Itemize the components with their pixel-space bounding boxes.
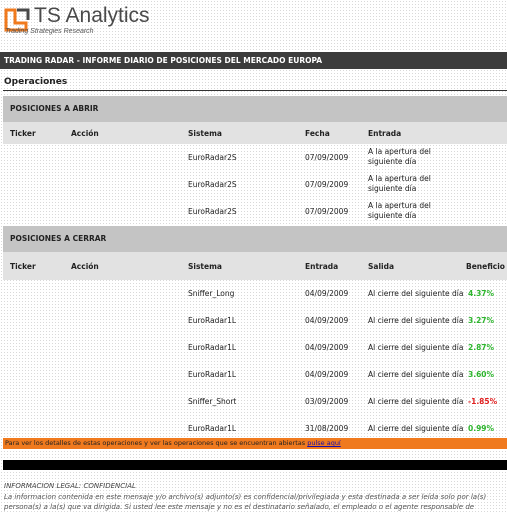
details-notice-bar: Para ver los detalles de estas operacion… [3,438,507,449]
exit-cell: Al cierre del siguiente día [368,370,464,379]
entry-cell: A la apertura del siguiente día [368,147,431,167]
open-positions-panel: POSICIONES A ABRIR Ticker Acción Sistema… [3,96,507,224]
col-ticker: Ticker [10,129,36,138]
footer-bar [3,460,507,470]
notice-text: Para ver los detalles de estas operacion… [5,439,308,447]
system-cell: Sniffer_Long [188,289,235,298]
profit-cell: 0.99% [468,424,495,433]
entry-line-1: A la apertura del [368,147,431,156]
close-positions-header-row: Ticker Acción Sistema Entrada Salida Ben… [3,252,507,280]
system-cell: EuroRadar2S [188,207,237,216]
system-cell: EuroRadar1L [188,343,237,352]
system-cell: EuroRadar1L [188,424,237,433]
col-entry: Entrada [368,129,402,138]
col-profit: Beneficio [466,262,505,271]
brand-tagline: Trading Strategies Research [5,28,94,35]
table-row: EuroRadar2S 07/09/2009 A la apertura del… [3,198,507,224]
entry-cell: A la apertura del siguiente día [368,201,431,221]
system-cell: Sniffer_Short [188,397,237,406]
table-row: EuroRadar2S 07/09/2009 A la apertura del… [3,144,507,171]
profit-cell: -1.85% [468,397,498,406]
exit-cell: Al cierre del siguiente día [368,343,464,352]
table-row: EuroRadar1L 04/09/2009 Al cierre del sigui… [3,361,507,388]
open-positions-header-row: Ticker Acción Sistema Fecha Entrada [3,122,507,144]
entry-cell: 04/09/2009 [305,343,349,352]
entry-cell: 04/09/2009 [305,316,349,325]
legal-title: INFORMACION LEGAL: CONFIDENCIAL [4,482,136,490]
exit-cell: Al cierre del siguiente día [368,424,464,433]
system-cell: EuroRadar1L [188,370,237,379]
exit-cell: Al cierre del siguiente día [368,289,464,298]
entry-line-1: A la apertura del [368,174,431,183]
profit-cell: 2.87% [468,343,495,352]
table-row: Sniffer_Short 03/09/2009 Al cierre del sig… [3,388,507,415]
system-cell: EuroRadar2S [188,153,237,162]
report-title-bar: TRADING RADAR - INFORME DIARIO DE POSICI… [0,52,507,69]
table-row: EuroRadar1L 04/09/2009 Al cierre del sigui… [3,334,507,361]
table-row: EuroRadar2S 07/09/2009 A la apertura del… [3,171,507,198]
entry-line-2: siguiente día [368,184,417,193]
brand-name: TS Analytics [34,4,150,27]
exit-cell: Al cierre del siguiente día [368,397,464,406]
col-action: Acción [71,129,99,138]
details-link[interactable]: pulse aquí [307,439,341,447]
col-entry: Entrada [305,262,339,271]
close-positions-rows: Sniffer_Long 04/09/2009 Al cierre del sigu… [3,280,507,441]
profit-cell: 4.37% [468,289,495,298]
entry-cell: 04/09/2009 [305,289,349,298]
entry-cell: 04/09/2009 [305,370,349,379]
system-cell: EuroRadar2S [188,180,237,189]
exit-cell: Al cierre del siguiente día [368,316,464,325]
section-divider [3,90,507,91]
entry-line-1: A la apertura del [368,201,431,210]
col-system: Sistema [188,262,222,271]
entry-cell: 31/08/2009 [305,424,349,433]
section-title: Operaciones [4,77,68,87]
col-date: Fecha [305,129,330,138]
profit-cell: 3.27% [468,316,495,325]
table-row: EuroRadar1L 04/09/2009 Al cierre del sigui… [3,307,507,334]
date-cell: 07/09/2009 [305,153,349,162]
col-system: Sistema [188,129,222,138]
table-row: Sniffer_Long 04/09/2009 Al cierre del sigu… [3,280,507,307]
col-action: Acción [71,262,99,271]
close-positions-heading: POSICIONES A CERRAR [3,226,507,252]
open-positions-heading: POSICIONES A ABRIR [3,96,507,122]
date-cell: 07/09/2009 [305,180,349,189]
entry-line-2: siguiente día [368,157,417,166]
date-cell: 07/09/2009 [305,207,349,216]
col-exit: Salida [368,262,395,271]
col-ticker: Ticker [10,262,36,271]
legal-text: La informacion contenida en este mensaje… [4,493,487,511]
close-positions-panel: POSICIONES A CERRAR Ticker Acción Sistem… [3,226,507,441]
system-cell: EuroRadar1L [188,316,237,325]
entry-line-2: siguiente día [368,211,417,220]
entry-cell: 03/09/2009 [305,397,349,406]
entry-cell: A la apertura del siguiente día [368,174,431,194]
profit-cell: 3.60% [468,370,495,379]
